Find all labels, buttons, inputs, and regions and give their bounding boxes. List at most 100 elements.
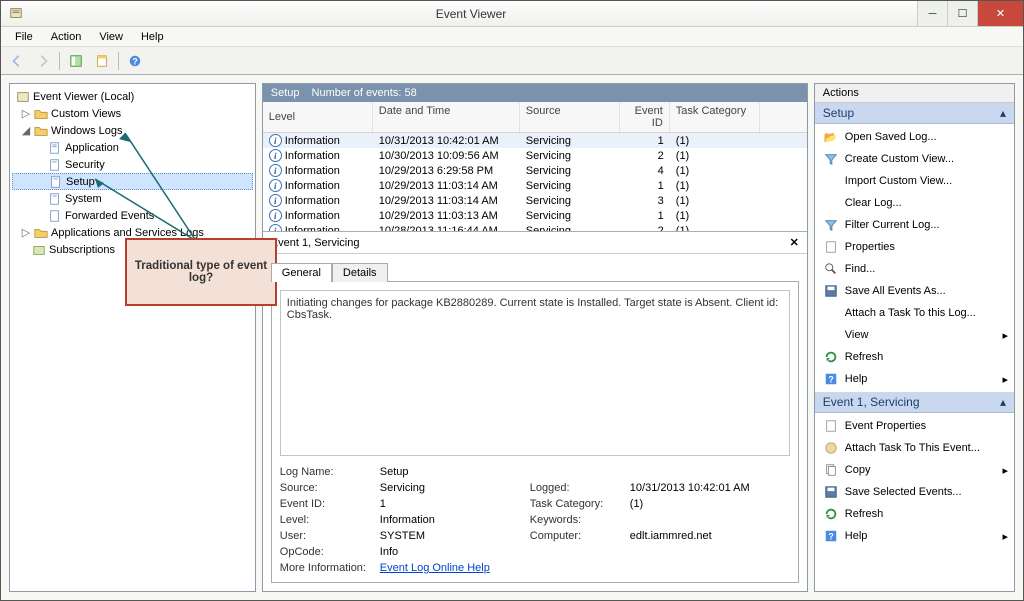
table-row[interactable]: i Information10/28/2013 11:16:44 AMServi…	[263, 223, 807, 232]
lbl-moreinfo: More Information:	[280, 562, 370, 574]
tree-label: Windows Logs	[51, 125, 123, 137]
minimize-button[interactable]: ─	[917, 1, 947, 26]
action-properties[interactable]: Properties	[815, 236, 1014, 258]
event-count: Number of events: 58	[312, 87, 417, 99]
action-attach-event[interactable]: Attach Task To This Event...	[815, 437, 1014, 459]
annotation-callout: Traditional type of event log?	[125, 238, 277, 306]
svg-text:?: ?	[828, 532, 833, 542]
tree-label: Custom Views	[51, 108, 121, 120]
grid-body[interactable]: i Information10/31/2013 10:42:01 AMServi…	[263, 133, 807, 232]
action-label: Open Saved Log...	[845, 131, 937, 143]
action-clear-log[interactable]: Clear Log...	[815, 192, 1014, 214]
center-pane: Setup Number of events: 58 Level Date an…	[262, 83, 808, 592]
lbl-user: User:	[280, 530, 370, 542]
tree-application[interactable]: Application	[12, 139, 253, 156]
action-help[interactable]: ? Help ▸	[815, 368, 1014, 390]
action-refresh-2[interactable]: Refresh	[815, 503, 1014, 525]
close-button[interactable]: ✕	[977, 1, 1023, 26]
tab-general[interactable]: General	[271, 263, 332, 282]
event-grid[interactable]: Level Date and Time Source Event ID Task…	[263, 102, 807, 232]
action-copy[interactable]: Copy▸	[815, 459, 1014, 481]
tree-setup[interactable]: Setup	[12, 173, 253, 190]
action-group-setup[interactable]: Setup ▴	[815, 103, 1014, 124]
tree-custom-views[interactable]: ▷Custom Views	[12, 105, 253, 122]
col-event-id[interactable]: Event ID	[620, 102, 670, 132]
svg-text:?: ?	[828, 375, 833, 385]
svg-text:?: ?	[132, 56, 137, 66]
action-label: Help	[845, 373, 868, 385]
link-moreinfo[interactable]: Event Log Online Help	[380, 562, 520, 574]
action-filter-log[interactable]: Filter Current Log...	[815, 214, 1014, 236]
table-row[interactable]: i Information10/30/2013 10:09:56 AMServi…	[263, 148, 807, 163]
action-group-event[interactable]: Event 1, Servicing ▴	[815, 392, 1014, 413]
table-row[interactable]: i Information10/31/2013 10:42:01 AMServi…	[263, 133, 807, 148]
menu-help[interactable]: Help	[133, 29, 172, 45]
action-import-custom[interactable]: Import Custom View...	[815, 170, 1014, 192]
group-label: Event 1, Servicing	[823, 395, 920, 409]
val-level: Information	[380, 514, 520, 526]
action-label: Help	[845, 530, 868, 542]
detail-body: General Details Initiating changes for p…	[263, 254, 807, 591]
tree-security[interactable]: Security	[12, 156, 253, 173]
collapse-icon[interactable]: ▴	[1000, 395, 1006, 409]
table-row[interactable]: i Information10/29/2013 6:29:58 PMServic…	[263, 163, 807, 178]
app-window: Event Viewer ─ ☐ ✕ File Action View Help…	[0, 0, 1024, 601]
tree-windows-logs[interactable]: ◢Windows Logs	[12, 122, 253, 139]
action-save-all[interactable]: Save All Events As...	[815, 280, 1014, 302]
log-name-header: Setup	[271, 87, 300, 99]
grid-header[interactable]: Level Date and Time Source Event ID Task…	[263, 102, 807, 133]
lbl-eventid: Event ID:	[280, 498, 370, 510]
forward-button[interactable]	[31, 50, 55, 72]
funnel-icon	[823, 217, 839, 233]
col-source[interactable]: Source	[520, 102, 620, 132]
col-task[interactable]: Task Category	[670, 102, 760, 132]
action-list-1: 📂Open Saved Log... Create Custom View...…	[815, 124, 1014, 392]
actions-header: Actions	[815, 84, 1014, 103]
collapse-icon[interactable]: ▴	[1000, 106, 1006, 120]
tab-details[interactable]: Details	[332, 263, 388, 282]
tree-label: Applications and Services Logs	[51, 227, 204, 239]
nav-tree[interactable]: Event Viewer (Local) ▷Custom Views ◢Wind…	[10, 84, 255, 262]
maximize-button[interactable]: ☐	[947, 1, 977, 26]
col-level[interactable]: Level	[263, 102, 373, 132]
callout-text: Traditional type of event log?	[133, 260, 269, 284]
action-save-selected[interactable]: Save Selected Events...	[815, 481, 1014, 503]
tree-system[interactable]: System	[12, 190, 253, 207]
action-refresh[interactable]: Refresh	[815, 346, 1014, 368]
detail-header: Event 1, Servicing ✕	[263, 232, 807, 254]
table-row[interactable]: i Information10/29/2013 11:03:13 AMServi…	[263, 208, 807, 223]
val-eventid: 1	[380, 498, 520, 510]
col-date[interactable]: Date and Time	[373, 102, 520, 132]
menu-view[interactable]: View	[91, 29, 131, 45]
help-button[interactable]: ?	[123, 50, 147, 72]
action-label: Copy	[845, 464, 871, 476]
help-icon: ?	[823, 371, 839, 387]
menu-file[interactable]: File	[7, 29, 41, 45]
action-label: Refresh	[845, 508, 884, 520]
action-label: Clear Log...	[845, 197, 902, 209]
toolbar: ?	[1, 47, 1023, 75]
tree-forwarded[interactable]: Forwarded Events	[12, 207, 253, 224]
prop-button[interactable]	[90, 50, 114, 72]
table-row[interactable]: i Information10/29/2013 11:03:14 AMServi…	[263, 178, 807, 193]
properties-icon	[823, 239, 839, 255]
group-label: Setup	[823, 106, 854, 120]
action-help-2[interactable]: ?Help▸	[815, 525, 1014, 547]
chevron-right-icon: ▸	[1002, 373, 1008, 386]
back-button[interactable]	[5, 50, 29, 72]
tree-label: Application	[65, 142, 119, 154]
action-open-saved[interactable]: 📂Open Saved Log...	[815, 126, 1014, 148]
detail-close-icon[interactable]: ✕	[790, 236, 799, 249]
window-controls: ─ ☐ ✕	[917, 1, 1023, 26]
action-event-props[interactable]: Event Properties	[815, 415, 1014, 437]
action-label: View	[845, 329, 869, 341]
action-attach-task[interactable]: Attach a Task To this Log...	[815, 302, 1014, 324]
tree-root[interactable]: Event Viewer (Local)	[12, 88, 253, 105]
find-icon	[823, 261, 839, 277]
table-row[interactable]: i Information10/29/2013 11:03:14 AMServi…	[263, 193, 807, 208]
action-find[interactable]: Find...	[815, 258, 1014, 280]
action-view[interactable]: View▸	[815, 324, 1014, 346]
menu-action[interactable]: Action	[43, 29, 90, 45]
action-create-custom[interactable]: Create Custom View...	[815, 148, 1014, 170]
scope-button[interactable]	[64, 50, 88, 72]
